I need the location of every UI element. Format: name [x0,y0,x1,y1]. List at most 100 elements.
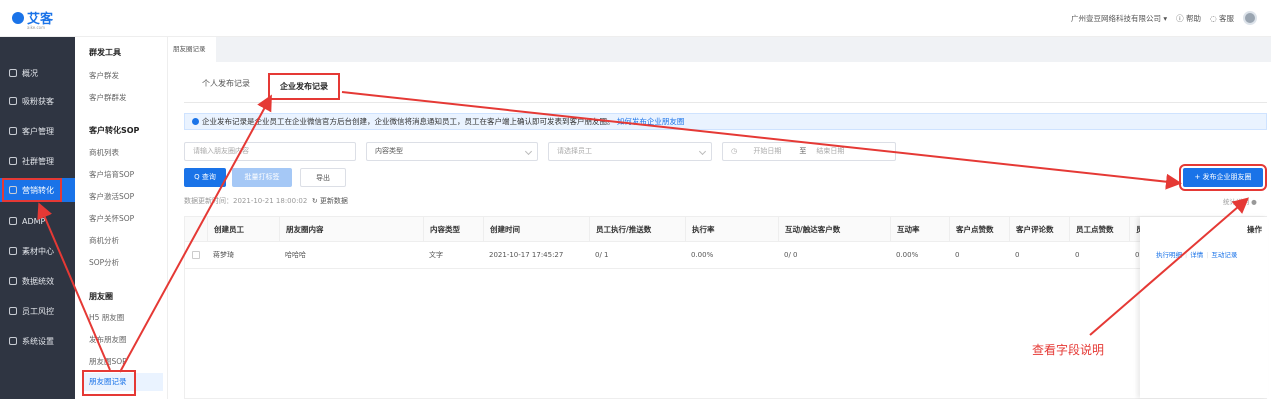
execution-detail-link[interactable]: 执行明细 [1156,251,1182,259]
sidebar-item-materials[interactable]: 素材中心 [0,239,75,263]
how-to-link[interactable]: 如何发布企业朋友圈 [617,117,685,126]
group-icon [9,157,17,165]
admp-icon [9,217,17,225]
sidebar-item-settings[interactable]: 系统设置 [0,329,75,353]
help-link[interactable]: ⓘ 帮助 [1176,13,1201,24]
cell: 哈哈哈 [285,251,306,259]
chevron-down-icon [524,147,533,156]
submenu-group-moments: 朋友圈 [89,292,113,301]
col-header-ops: 操作 [1247,225,1262,234]
tab-personal[interactable]: 个人发布记录 [202,78,250,89]
sidebar: 概况 吸粉获客 客户管理 社群管理 营销转化 ADMP 素材中心 数据统效 员工… [0,37,75,399]
cell: 蒋梦琦 [213,251,234,259]
service-link[interactable]: ◌ 客服 [1210,13,1234,24]
sidebar-item-admp[interactable]: ADMP [0,209,75,233]
col-header: 朋友圈内容 [279,217,324,242]
table-header: 创建员工 朋友圈内容 内容类型 创建时间 员工执行/推送数 执行率 互动/触达客… [185,217,1268,242]
highlight-moments-records [82,370,136,396]
users-icon [9,127,17,135]
top-bar: 艾客 aike.com 广州壹豆网络科技有限公司 ▾ ⓘ 帮助 ◌ 客服 [0,0,1271,37]
avatar[interactable] [1243,11,1257,25]
submenu-item[interactable]: H5 朋友圈 [89,312,124,323]
sidebar-item-customers[interactable]: 客户管理 [0,119,75,143]
sidebar-item-risk[interactable]: 员工风控 [0,299,75,323]
shield-icon [9,307,17,315]
submenu-item[interactable]: 朋友圈SOP [89,356,127,367]
chevron-down-icon [698,147,707,156]
cell: 0 [1015,251,1020,259]
col-header: 客户评论数 [1009,217,1054,242]
submenu-item[interactable]: 发布朋友圈 [89,334,127,345]
breadcrumb-tab[interactable]: 朋友圈记录 [168,37,216,62]
submenu-group-broadcast: 群发工具 [89,48,121,57]
submenu: 群发工具 客户群发 客户群群发 客户转化SOP 商机列表 客户培育SOP 客户激… [75,37,168,399]
submenu-item[interactable]: 商机列表 [89,147,119,158]
highlight-marketing [2,178,62,202]
submenu-item[interactable]: 客户群群发 [89,92,127,103]
sidebar-item-acquire[interactable]: 吸粉获客 [0,89,75,113]
col-header: 员工执行/推送数 [589,217,651,242]
refresh-data-link[interactable]: ↻ 更新数据 [312,197,348,205]
top-right-menu: 广州壹豆网络科技有限公司 ▾ ⓘ 帮助 ◌ 客服 [1071,11,1257,25]
company-switcher[interactable]: 广州壹豆网络科技有限公司 ▾ [1071,13,1167,24]
main-content: 个人发布记录 企业发布记录 企业发布记录是企业员工在企业微信官方后台创建，企业微… [176,68,1271,399]
submenu-item[interactable]: 客户群发 [89,70,119,81]
col-header: 执行率 [685,217,715,242]
cell: 0 [955,251,960,259]
col-header: 创建员工 [207,217,244,242]
update-status: 数据更新时间：2021-10-21 18:00:02 ↻ 更新数据 [184,197,348,205]
operations-column: 操作 执行明细 | 详情 | 互动记录 [1140,217,1268,398]
home-icon [9,69,17,77]
breadcrumb: 朋友圈记录 [168,37,1271,62]
sidebar-item-community[interactable]: 社群管理 [0,149,75,173]
submenu-group-sop: 客户转化SOP [89,126,140,135]
search-input[interactable]: 请输入朋友圈内容 [184,142,356,161]
user-plus-icon [9,97,17,105]
calendar-icon: ◷ [731,147,740,155]
logo-subtitle: aike.com [27,25,46,30]
col-header: 互动率 [890,217,920,242]
cell: 0/ 0 [784,251,798,259]
cell: 0 [1075,251,1080,259]
publish-enterprise-moment-button[interactable]: + 发布企业朋友圈 [1179,164,1267,191]
col-header: 互动/触达客户数 [778,217,840,242]
cell: 0 [1135,251,1140,259]
cell: 0/ 1 [595,251,609,259]
sidebar-item-overview[interactable]: 概况 [0,61,75,85]
submenu-item[interactable]: 客户激活SOP [89,191,134,202]
submenu-item[interactable]: 商机分析 [89,235,119,246]
content-type-select[interactable]: 内容类型 [366,142,538,161]
col-header: 员工点赞数 [1069,217,1114,242]
gear-icon [9,337,17,345]
row-checkbox[interactable] [192,251,200,259]
sidebar-item-data[interactable]: 数据统效 [0,269,75,293]
cell: 0.00% [691,251,714,259]
logo-icon [12,11,24,24]
submenu-item[interactable]: 客户关怀SOP [89,213,134,224]
batch-tag-button[interactable]: 批量打标签 [232,168,292,187]
col-header: 创建时间 [483,217,520,242]
submenu-item[interactable]: SOP分析 [89,257,119,268]
export-button[interactable]: 导出 [300,168,346,187]
cell: 2021-10-17 17:45:27 [489,251,564,259]
query-button[interactable]: Q 查询 [184,168,226,187]
cell: 0.00% [896,251,919,259]
annotation-text: 查看字段说明 [1032,343,1105,357]
detail-link[interactable]: 详情 [1190,251,1203,259]
employee-select[interactable]: 请选择员工 [548,142,712,161]
cell: 文字 [429,251,443,259]
tab-enterprise[interactable]: 企业发布记录 [268,73,340,100]
date-range-picker[interactable]: ◷ 开始日期至结束日期 [722,142,896,161]
interaction-record-link[interactable]: 互动记录 [1211,251,1237,259]
submenu-item[interactable]: 客户培育SOP [89,169,134,180]
info-notice: 企业发布记录是企业员工在企业微信官方后台创建，企业微信将消息通知员工，员工在客户… [184,113,1267,130]
col-header: 客户点赞数 [949,217,994,242]
info-icon [192,118,199,125]
col-header: 内容类型 [423,217,460,242]
chart-icon [9,277,17,285]
row-ops: 执行明细 | 详情 | 互动记录 [1156,251,1238,259]
table-row: 蒋梦琦 哈哈哈 文字 2021-10-17 17:45:27 0/ 1 0.00… [185,242,1268,269]
stat-explanation-link[interactable]: 统计说明 ● [1223,196,1257,206]
records-table: 创建员工 朋友圈内容 内容类型 创建时间 员工执行/推送数 执行率 互动/触达客… [184,216,1268,399]
tab-divider [184,102,1267,103]
